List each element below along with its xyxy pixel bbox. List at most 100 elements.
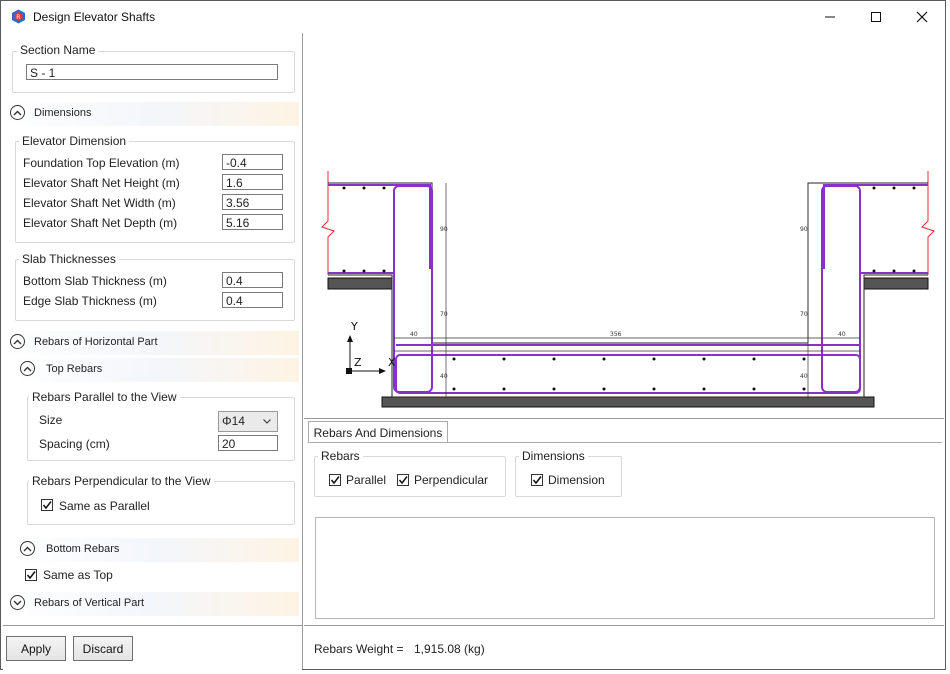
rebar-size-select[interactable]: Φ14 [218, 411, 278, 432]
collapse-icon [20, 541, 35, 556]
minimize-icon [825, 16, 835, 17]
tab-rebars-and-dimensions[interactable]: Rebars And Dimensions [308, 421, 448, 443]
collapse-icon [10, 334, 25, 349]
foundation-top-elevation-input[interactable]: -0.4 [222, 154, 283, 170]
title-bar: R Design Elevator Shafts [1, 1, 945, 32]
cut-line-left [321, 171, 335, 275]
close-icon [916, 11, 928, 22]
dimension-lines [394, 183, 860, 397]
foundation-slab [381, 396, 875, 408]
dim-height-right-text: 90 [800, 226, 808, 233]
dim-mid-left-text: 70 [440, 311, 448, 318]
main-window: R Design Elevator Shafts Section Name S … [0, 0, 946, 670]
right-support-slab [863, 277, 929, 290]
bottom-rebars-header: Bottom Rebars [46, 543, 120, 555]
collapse-icon [10, 105, 25, 120]
rebars-weight-label: Rebars Weight = [314, 642, 404, 656]
dimensions-display-title: Dimensions [519, 449, 588, 463]
rebars-horizontal-expander[interactable]: Rebars of Horizontal Part [3, 331, 299, 355]
rebars-parallel-title: Rebars Parallel to the View [29, 390, 180, 404]
maximize-button[interactable] [853, 1, 899, 32]
maximize-icon [871, 11, 881, 22]
bottom-rebars-expander[interactable]: Bottom Rebars [13, 538, 299, 562]
check-icon [532, 476, 542, 485]
shaft-net-depth-label: Elevator Shaft Net Depth (m) [23, 216, 178, 230]
app-logo-icon: R [11, 9, 26, 24]
foundation-top-elevation-label: Foundation Top Elevation (m) [23, 156, 180, 170]
section-name-title: Section Name [17, 43, 99, 57]
rebar-size-value: Φ14 [222, 414, 245, 428]
axis-z-label: Z [354, 356, 362, 369]
rebars-vertical-header: Rebars of Vertical Part [34, 597, 145, 609]
properties-scroll-area[interactable]: Section Name S - 1 Dimensions Elevator D… [3, 33, 302, 623]
spacing-input[interactable]: 20 [218, 435, 278, 451]
shaft-net-width-label: Elevator Shaft Net Width (m) [23, 196, 176, 210]
dimension-checkbox[interactable] [531, 474, 543, 486]
dim-wall-right-text: 40 [838, 331, 846, 338]
same-as-parallel-checkbox[interactable] [41, 499, 53, 511]
bottom-slab-thickness-label: Bottom Slab Thickness (m) [23, 274, 167, 288]
shaft-net-depth-input[interactable]: 5.16 [222, 214, 283, 230]
dimensions-expander[interactable]: Dimensions [3, 102, 299, 126]
weight-row: Rebars Weight = 1,915.08 (kg) [304, 625, 944, 670]
top-rebars-header: Top Rebars [46, 363, 103, 375]
parallel-checkbox[interactable] [329, 474, 341, 486]
shaft-net-height-label: Elevator Shaft Net Height (m) [23, 176, 180, 190]
edge-slab-thickness-label: Edge Slab Thickness (m) [23, 294, 157, 308]
shaft-net-width-input[interactable]: 3.56 [222, 194, 283, 210]
display-options-tabs: Rebars And Dimensions Rebars Parallel Pe… [304, 419, 944, 507]
check-icon [398, 476, 408, 485]
rebars-display-title: Rebars [318, 449, 363, 463]
check-icon [26, 571, 36, 580]
dim-wall-left-text: 40 [410, 331, 418, 338]
section-drawing: 356 40 40 90 90 70 70 40 40 Y Z X [321, 171, 935, 408]
chevron-down-icon [263, 419, 271, 424]
size-label: Size [39, 413, 63, 427]
preview-panel: 356 40 40 90 90 70 70 40 40 Y Z X Rebars… [304, 33, 944, 669]
rebars-horizontal-header: Rebars of Horizontal Part [34, 336, 158, 348]
dimensions-header: Dimensions [34, 107, 92, 119]
rebar-dots [342, 186, 916, 391]
rebars-vertical-expander[interactable]: Rebars of Vertical Part [3, 592, 299, 616]
expand-icon [10, 595, 25, 610]
shaft-net-height-input[interactable]: 1.6 [222, 174, 283, 190]
collapse-icon [20, 361, 35, 376]
check-icon [42, 501, 52, 510]
top-rebars-expander[interactable]: Top Rebars [13, 358, 299, 382]
edge-slab-thickness-input[interactable]: 0.4 [222, 292, 283, 308]
dim-mid-right-text: 70 [800, 311, 808, 318]
tab-panel: Rebars Parallel Perpendicular Dimensions… [308, 442, 942, 505]
dim-height-left-text: 90 [440, 226, 448, 233]
discard-button[interactable]: Discard [73, 636, 133, 661]
perpendicular-checkbox[interactable] [397, 474, 409, 486]
bottom-slab-thickness-input[interactable]: 0.4 [222, 272, 283, 288]
section-name-input[interactable]: S - 1 [26, 64, 278, 80]
rebars-weight-value: 1,915.08 (kg) [414, 642, 485, 656]
axis-gizmo: Y Z X [346, 320, 396, 374]
axis-x-label: X [388, 356, 396, 369]
dim-slab-left-text: 40 [440, 373, 448, 380]
slab-thickness-group [15, 259, 295, 321]
dim-width-text: 356 [610, 331, 622, 338]
parallel-label: Parallel [346, 473, 387, 487]
rebar-lines [328, 184, 928, 394]
close-button[interactable] [899, 1, 945, 32]
same-as-top-checkbox[interactable] [25, 569, 37, 581]
output-textbox[interactable] [315, 517, 935, 619]
minimize-button[interactable] [807, 1, 853, 32]
check-icon [330, 476, 340, 485]
apply-button[interactable]: Apply [6, 636, 66, 661]
concrete-outline [328, 182, 928, 398]
axis-y-label: Y [350, 320, 358, 333]
left-support-slab [327, 277, 393, 290]
perpendicular-label: Perpendicular [414, 473, 489, 487]
action-bar: Apply Discard [3, 625, 302, 670]
slab-thickness-title: Slab Thicknesses [19, 252, 119, 266]
dimension-label: Dimension [548, 473, 605, 487]
dim-slab-right-text: 40 [800, 373, 808, 380]
cut-line-right [921, 171, 935, 275]
section-preview-canvas[interactable]: 356 40 40 90 90 70 70 40 40 Y Z X [304, 33, 944, 419]
same-as-parallel-label: Same as Parallel [59, 499, 150, 513]
window-title: Design Elevator Shafts [33, 10, 156, 24]
elevator-dimension-title: Elevator Dimension [19, 134, 130, 148]
